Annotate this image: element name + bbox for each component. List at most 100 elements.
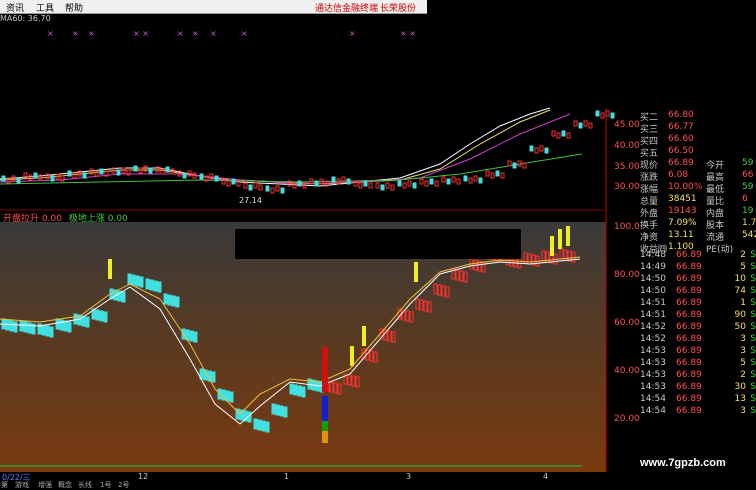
candle: [214, 175, 219, 182]
candle: [429, 178, 434, 185]
quote-row: 外盘 19143 内盘 19: [640, 206, 754, 219]
menu-zixun[interactable]: 资讯: [6, 1, 24, 14]
tick-row: 14:50 66.89 74 S: [640, 286, 756, 296]
candle: [133, 165, 138, 172]
svg-text:× ×: × ×: [400, 29, 416, 38]
candle: [595, 110, 600, 117]
indicator-bar: [41, 324, 46, 336]
indicator-bar: [149, 279, 154, 291]
signal-spike: [108, 259, 112, 279]
indicator-bar: [293, 384, 298, 396]
indicator-bar: [153, 280, 158, 292]
indicator-bar: [271, 403, 276, 415]
candle: [600, 112, 605, 119]
svg-text:×: ×: [241, 29, 248, 38]
indicator-bar: [63, 320, 68, 332]
tick-row: 14:53 66.89 3 S: [640, 346, 756, 356]
signal-spike: [566, 226, 570, 246]
candle: [490, 172, 495, 179]
indicator-bar: [261, 420, 266, 432]
candle: [446, 178, 451, 185]
candle: [407, 180, 412, 187]
candle: [424, 180, 429, 187]
price-candles: [1, 110, 615, 194]
svg-text:×: ×: [72, 29, 79, 38]
indicator-bar: [297, 385, 302, 397]
indicator-bar: [163, 293, 168, 305]
indicator-bar: [289, 383, 294, 395]
tick-row: 14:53 66.89 5 S: [640, 358, 756, 368]
tick-row: 14:54 66.89 3 S: [640, 406, 756, 416]
candle: [390, 184, 395, 191]
indicator-bar: [225, 390, 230, 402]
quote-row: 现价 66.89 今开 59: [640, 158, 754, 171]
candle: [468, 177, 473, 184]
candle: [578, 122, 583, 129]
bottom-tabs[interactable]: 第 游戏 增强 概念 长线 1号 2号: [0, 481, 606, 489]
tick-row: 14:49 66.89 5 S: [640, 262, 756, 272]
candle: [385, 182, 390, 189]
tick-row: 14:53 66.89 30 S: [640, 382, 756, 392]
candle: [243, 182, 248, 189]
candle: [99, 168, 104, 175]
indicator-bar: [157, 281, 162, 293]
indicator-bar: [171, 295, 176, 307]
candle: [397, 180, 402, 187]
candle: [116, 169, 121, 176]
tick-row: 14:54 66.89 13 S: [640, 394, 756, 404]
candle: [583, 120, 588, 127]
candle: [346, 178, 351, 185]
menu-help[interactable]: 帮助: [65, 1, 83, 14]
low-price-label: 27.14: [239, 196, 262, 205]
indicator-bar: [55, 318, 60, 330]
menu-tools[interactable]: 工具: [36, 1, 54, 14]
signal-markers: × × × × × × × × × × × ×: [47, 29, 416, 38]
app-title: 通达信金融终端: [315, 4, 379, 14]
candle: [165, 166, 170, 173]
indicator-bar: [167, 294, 172, 306]
svg-text:×: ×: [177, 29, 184, 38]
indicator-bar: [175, 296, 180, 308]
indicator-bar: [9, 320, 14, 332]
signal-spike: [350, 346, 354, 366]
candle: [451, 176, 456, 183]
quote-row: 净资13.11流通542: [640, 230, 756, 243]
indicator-bar: [229, 391, 234, 403]
candle: [280, 187, 285, 194]
indicator-bar: [49, 326, 54, 338]
indicator-bar: [275, 404, 280, 416]
candle: [82, 172, 87, 179]
candle: [258, 184, 263, 191]
candle: [199, 173, 204, 180]
candle: [182, 172, 187, 179]
signal-spike: [558, 229, 562, 249]
candle: [231, 178, 236, 185]
signal-spike: [550, 236, 554, 256]
quote-row: 换手 7.09% 股本 1.7: [640, 218, 756, 231]
quote-row: 涨跌 6.08 最高 66: [640, 170, 754, 183]
indicator-bar: [193, 331, 198, 343]
candle: [441, 176, 446, 183]
candle: [94, 170, 99, 177]
tick-list[interactable]: 14:48 66.89 2 S 14:49 66.89 5 S 14:50 66.89 10 S 14:…: [638, 250, 756, 440]
candle: [67, 170, 72, 177]
indicator-bar: [13, 321, 18, 333]
redaction-box: [235, 229, 521, 259]
candle: [363, 180, 368, 187]
indicator-bar: [73, 313, 78, 325]
indicator-bar: [127, 273, 132, 285]
candle: [275, 185, 280, 192]
indicator-bar: [189, 330, 194, 342]
candle: [529, 145, 534, 152]
candle: [50, 175, 55, 182]
tick-row: 14:53 66.89 2 S: [640, 370, 756, 380]
candle: [331, 176, 336, 183]
candle: [610, 112, 615, 119]
indicator-bar: [19, 320, 24, 332]
candle: [419, 178, 424, 185]
candle: [270, 187, 275, 194]
candle: [485, 170, 490, 177]
candle: [72, 172, 77, 179]
indicator-bar: [99, 310, 104, 322]
indicator-bar: [257, 419, 262, 431]
